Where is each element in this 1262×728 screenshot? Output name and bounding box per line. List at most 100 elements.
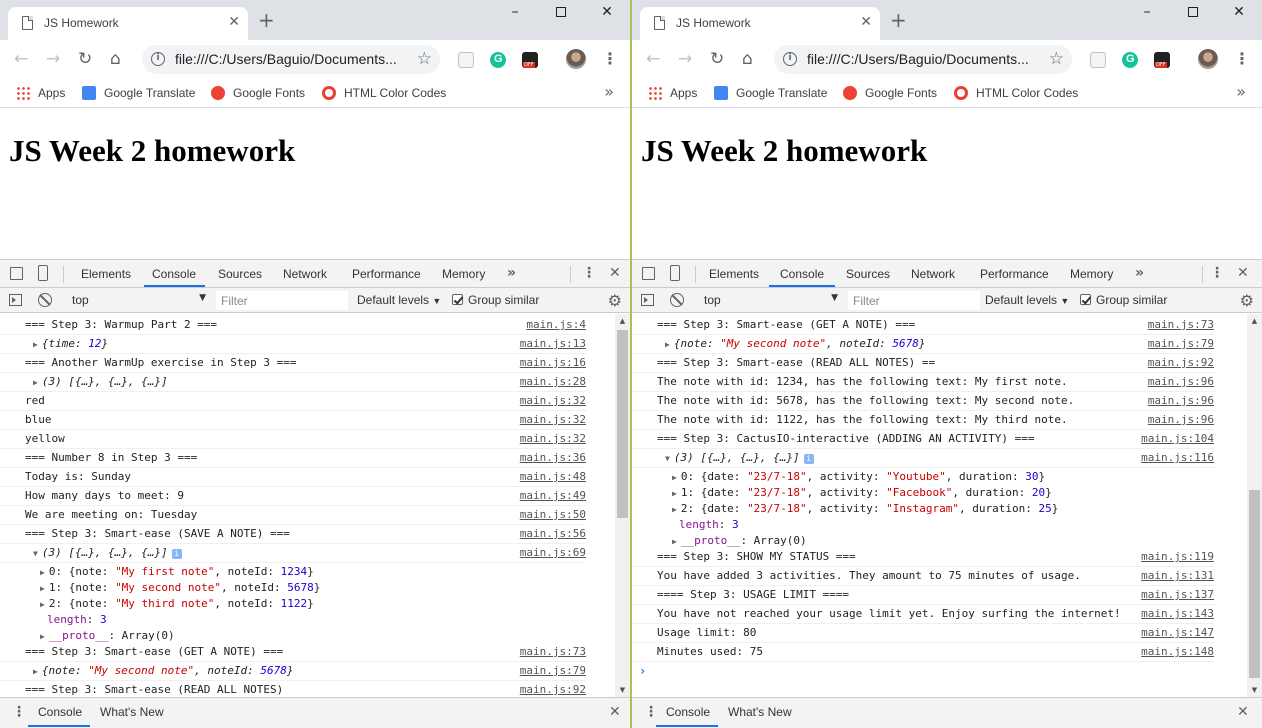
devtools-menu-icon[interactable]: ⋮ (1210, 264, 1224, 282)
drawer-tab-whats-new[interactable]: What's New (728, 705, 792, 719)
bookmark-star-icon[interactable]: ☆ (1049, 49, 1064, 69)
source-link[interactable]: main.js:73 (1148, 316, 1214, 334)
context-selector[interactable]: top ▼ (72, 292, 206, 309)
info-icon[interactable]: i (151, 52, 165, 66)
forward-icon[interactable]: → (46, 49, 60, 69)
tab-close-icon[interactable]: ✕ (228, 14, 240, 30)
context-selector[interactable]: top ▼ (704, 292, 838, 309)
minimize-button[interactable]: – (492, 4, 538, 22)
source-link[interactable]: main.js:137 (1141, 586, 1214, 604)
home-icon[interactable]: ⌂ (742, 49, 753, 69)
info-badge-icon[interactable]: i (171, 549, 182, 559)
close-drawer-icon[interactable]: ✕ (609, 704, 621, 720)
bookmark-google-fonts[interactable]: Google Fonts (211, 84, 305, 102)
expand-triangle-icon[interactable]: ▶ (40, 568, 45, 577)
source-link[interactable]: main.js:116 (1141, 449, 1214, 467)
levels-dropdown[interactable]: Default levels ▼ (357, 293, 441, 307)
url-text[interactable]: file:///C:/Users/Baguio/Documents... (807, 51, 1029, 67)
browser-tab[interactable]: JS Homework ✕ (8, 7, 248, 40)
avatar[interactable] (1198, 49, 1218, 69)
source-link[interactable]: main.js:79 (1148, 335, 1214, 353)
tab-sources[interactable]: Sources (218, 267, 262, 281)
source-link[interactable]: main.js:104 (1141, 430, 1214, 448)
scroll-down-icon[interactable]: ▼ (1247, 683, 1262, 697)
tab-performance[interactable]: Performance (980, 267, 1049, 281)
inspect-element-icon[interactable] (642, 267, 655, 280)
chrome-menu-icon[interactable]: ⋮ (602, 50, 618, 68)
source-link[interactable]: main.js:32 (520, 392, 586, 410)
back-icon[interactable]: ← (14, 49, 28, 69)
back-icon[interactable]: ← (646, 49, 660, 69)
close-drawer-icon[interactable]: ✕ (1237, 704, 1249, 720)
console-message[interactable]: ▼ (3) [{…}, {…}, {…}] i (33, 544, 182, 563)
source-link[interactable]: main.js:49 (520, 487, 586, 505)
console-message[interactable]: ▼ (3) [{…}, {…}, {…}] i (665, 449, 814, 468)
tab-elements[interactable]: Elements (81, 267, 131, 281)
grammarly-icon[interactable] (1122, 52, 1138, 68)
source-link[interactable]: main.js:96 (1148, 392, 1214, 410)
address-bar[interactable]: i file:///C:/Users/Baguio/Documents... ☆ (774, 45, 1072, 74)
source-link[interactable]: main.js:13 (520, 335, 586, 353)
filter-input[interactable]: Filter (848, 291, 980, 310)
maximize-button[interactable] (1170, 4, 1216, 22)
avatar[interactable] (566, 49, 586, 69)
extension-icon[interactable] (458, 52, 474, 68)
drawer-tab-whats-new[interactable]: What's New (100, 705, 164, 719)
drawer-tab-console[interactable]: Console (38, 705, 82, 719)
source-link[interactable]: main.js:79 (520, 662, 586, 680)
clear-console-icon[interactable] (670, 293, 684, 307)
source-link[interactable]: main.js:36 (520, 449, 586, 467)
bookmarks-more-icon[interactable]: » (604, 82, 614, 101)
console-scrollbar[interactable]: ▲ ▼ (615, 314, 630, 697)
device-toolbar-icon[interactable] (38, 265, 48, 281)
expand-triangle-icon[interactable]: ▶ (33, 667, 38, 676)
bookmark-apps[interactable]: Apps (16, 84, 65, 102)
expand-triangle-icon[interactable]: ▼ (665, 454, 670, 463)
filter-input[interactable]: Filter (216, 291, 348, 310)
clear-console-icon[interactable] (38, 293, 52, 307)
expand-triangle-icon[interactable]: ▶ (672, 537, 677, 546)
group-similar-checkbox[interactable]: Group similar (452, 293, 539, 307)
address-bar[interactable]: i file:///C:/Users/Baguio/Documents... ☆ (142, 45, 440, 74)
new-tab-button[interactable]: + (890, 10, 907, 30)
tab-sources[interactable]: Sources (846, 267, 890, 281)
bookmark-google-fonts[interactable]: Google Fonts (843, 84, 937, 102)
scroll-up-icon[interactable]: ▲ (615, 314, 630, 328)
source-link[interactable]: main.js:96 (1148, 373, 1214, 391)
close-window-button[interactable]: ✕ (584, 4, 630, 22)
tab-network[interactable]: Network (283, 267, 327, 281)
forward-icon[interactable]: → (678, 49, 692, 69)
console-settings-gear-icon[interactable]: ⚙ (1240, 291, 1254, 310)
drawer-menu-icon[interactable]: ⋮ (644, 704, 658, 720)
reload-icon[interactable]: ↻ (78, 49, 92, 69)
expand-triangle-icon[interactable]: ▶ (33, 340, 38, 349)
info-icon[interactable]: i (783, 52, 797, 66)
sidebar-toggle-icon[interactable] (9, 294, 22, 306)
reload-icon[interactable]: ↻ (710, 49, 724, 69)
grammarly-icon[interactable] (490, 52, 506, 68)
source-link[interactable]: main.js:16 (520, 354, 586, 372)
tab-console[interactable]: Console (152, 267, 196, 281)
source-link[interactable]: main.js:50 (520, 506, 586, 524)
new-tab-button[interactable]: + (258, 10, 275, 30)
console-settings-gear-icon[interactable]: ⚙ (608, 291, 622, 310)
bookmark-apps[interactable]: Apps (648, 84, 697, 102)
expand-triangle-icon[interactable]: ▶ (40, 600, 45, 609)
expand-triangle-icon[interactable]: ▶ (40, 632, 45, 641)
sidebar-toggle-icon[interactable] (641, 294, 654, 306)
close-devtools-icon[interactable]: ✕ (609, 265, 621, 281)
tab-network[interactable]: Network (911, 267, 955, 281)
source-link[interactable]: main.js:32 (520, 411, 586, 429)
source-link[interactable]: main.js:96 (1148, 411, 1214, 429)
chrome-menu-icon[interactable]: ⋮ (1234, 50, 1250, 68)
more-tabs-icon[interactable]: » (507, 264, 516, 282)
source-link[interactable]: main.js:147 (1141, 624, 1214, 642)
extension-off-icon[interactable] (1154, 52, 1170, 68)
url-text[interactable]: file:///C:/Users/Baguio/Documents... (175, 51, 397, 67)
home-icon[interactable]: ⌂ (110, 49, 121, 69)
source-link[interactable]: main.js:4 (526, 316, 586, 334)
tab-console[interactable]: Console (780, 267, 824, 281)
source-link[interactable]: main.js:73 (520, 643, 586, 661)
more-tabs-icon[interactable]: » (1135, 264, 1144, 282)
bookmark-google-translate[interactable]: Google Translate (714, 84, 827, 102)
